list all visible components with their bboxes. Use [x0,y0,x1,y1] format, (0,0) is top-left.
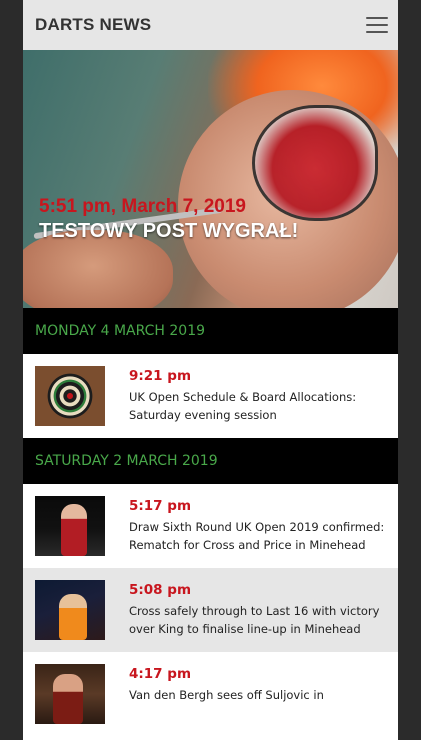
news-thumbnail [35,496,105,556]
news-title[interactable]: Draw Sixth Round UK Open 2019 confirmed:… [129,518,386,554]
menu-line [366,17,388,19]
news-text: 4:17 pm Van den Bergh sees off Suljovic … [129,664,386,724]
news-thumbnail [35,366,105,426]
news-time: 4:17 pm [129,666,192,682]
news-item[interactable]: 5:17 pm Draw Sixth Round UK Open 2019 co… [23,484,398,568]
hero-title[interactable]: TESTOWY POST WYGRAŁ! [39,220,298,243]
app-frame: DARTS NEWS 5:51 pm, March 7, 2019 TESTOW… [23,0,398,740]
hero-banner[interactable]: 5:51 pm, March 7, 2019 TESTOWY POST WYGR… [23,50,398,308]
hamburger-icon[interactable] [366,17,388,33]
news-item[interactable]: 9:21 pm UK Open Schedule & Board Allocat… [23,354,398,438]
news-time: 5:17 pm [129,498,192,514]
news-item[interactable]: 5:08 pm Cross safely through to Last 16 … [23,568,398,652]
date-header: SATURDAY 2 MARCH 2019 [23,438,398,484]
menu-line [366,31,388,33]
news-title[interactable]: UK Open Schedule & Board Allocations: Sa… [129,388,386,424]
news-title[interactable]: Cross safely through to Last 16 with vic… [129,602,386,638]
date-header: MONDAY 4 MARCH 2019 [23,308,398,354]
news-title[interactable]: Van den Bergh sees off Suljovic in [129,686,386,704]
news-item[interactable]: 4:17 pm Van den Bergh sees off Suljovic … [23,652,398,736]
news-text: 5:08 pm Cross safely through to Last 16 … [129,580,386,640]
news-time: 5:08 pm [129,582,192,598]
top-header: DARTS NEWS [23,0,398,50]
news-time: 9:21 pm [129,368,192,384]
news-thumbnail [35,664,105,724]
menu-line [366,24,388,26]
hero-timestamp: 5:51 pm, March 7, 2019 [39,196,246,217]
news-thumbnail [35,580,105,640]
news-text: 9:21 pm UK Open Schedule & Board Allocat… [129,366,386,426]
brand-title[interactable]: DARTS NEWS [35,15,151,35]
news-text: 5:17 pm Draw Sixth Round UK Open 2019 co… [129,496,386,556]
hero-image-tattoo [252,105,378,221]
